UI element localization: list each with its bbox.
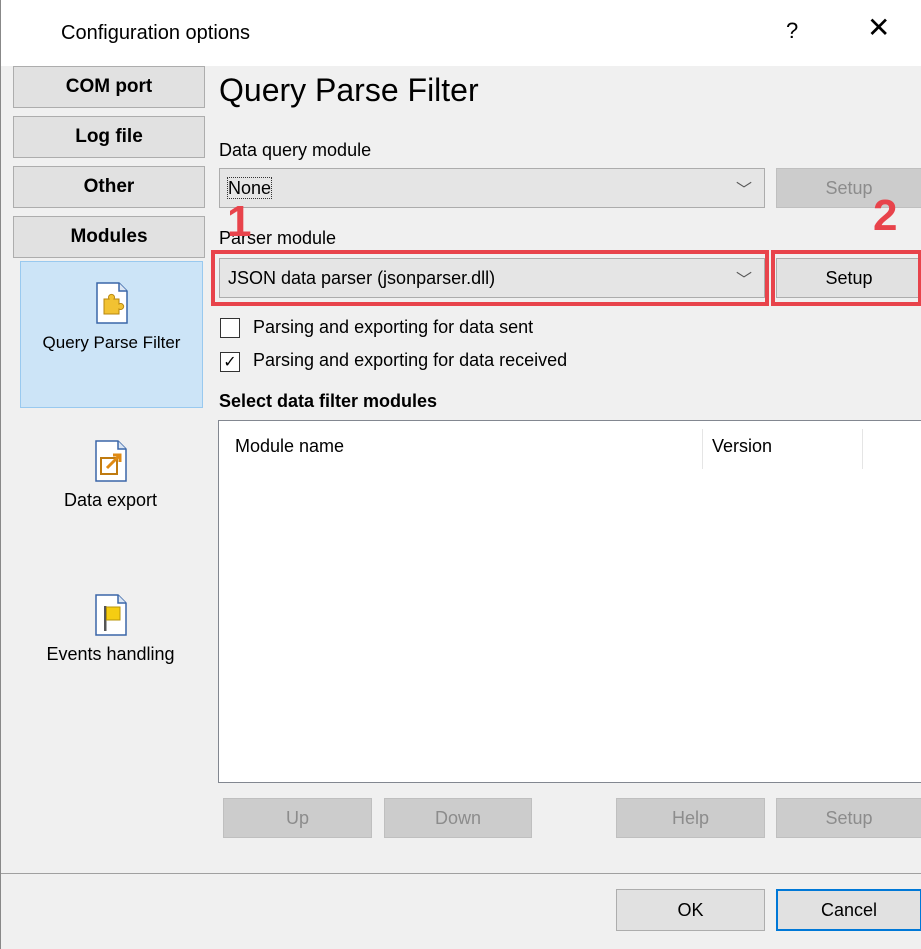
puzzle-page-icon xyxy=(95,282,128,324)
nav-item-label: Events handling xyxy=(46,644,175,664)
data-received-checkbox[interactable]: ✓ xyxy=(220,352,240,372)
data-query-value: None xyxy=(226,176,273,199)
down-button[interactable]: Down xyxy=(384,798,532,838)
annotation-marker-2: 2 xyxy=(873,191,898,240)
chevron-down-icon: ﹀ xyxy=(735,182,752,199)
nav-button-com-port[interactable]: COM port xyxy=(13,66,205,108)
close-icon[interactable]: ✕ xyxy=(867,14,890,42)
footer-divider xyxy=(1,873,921,874)
export-page-icon xyxy=(94,440,127,482)
configuration-dialog: Configuration options ? ✕ COM port Log f… xyxy=(0,0,921,949)
help-button[interactable]: Help xyxy=(616,798,765,838)
title-bar: Configuration options ? ✕ xyxy=(1,0,921,66)
nav-item-label: Data export xyxy=(63,490,158,510)
filter-modules-list[interactable]: Module name Version xyxy=(218,420,921,783)
up-button[interactable]: Up xyxy=(223,798,372,838)
data-sent-label: Parsing and exporting for data sent xyxy=(253,317,534,337)
nav-item-data-export[interactable]: Data export xyxy=(19,440,202,511)
help-icon[interactable]: ? xyxy=(786,18,798,44)
flag-page-icon xyxy=(94,594,127,636)
nav-button-modules[interactable]: Modules xyxy=(13,216,205,258)
filter-setup-button[interactable]: Setup xyxy=(776,798,921,838)
ok-button[interactable]: OK xyxy=(616,889,765,931)
annotation-box-1 xyxy=(211,250,769,306)
data-received-label: Parsing and exporting for data received xyxy=(253,350,568,370)
data-query-label: Data query module xyxy=(219,140,372,160)
cancel-button[interactable]: Cancel xyxy=(776,889,921,931)
nav-item-label: Query Parse Filter xyxy=(42,333,181,352)
page-title: Query Parse Filter xyxy=(219,72,479,108)
column-separator xyxy=(862,429,863,469)
nav-item-events-handling[interactable]: Events handling xyxy=(19,594,202,665)
nav-button-log-file[interactable]: Log file xyxy=(13,116,205,158)
data-sent-checkbox[interactable] xyxy=(220,318,240,338)
window-title: Configuration options xyxy=(61,22,251,44)
column-header-version[interactable]: Version xyxy=(712,436,772,457)
data-query-select[interactable]: None ﹀ xyxy=(219,168,765,208)
nav-button-other[interactable]: Other xyxy=(13,166,205,208)
filters-heading: Select data filter modules xyxy=(219,391,438,411)
check-mark-icon: ✓ xyxy=(223,354,237,371)
column-header-module-name[interactable]: Module name xyxy=(235,436,344,457)
annotation-box-2 xyxy=(771,250,921,306)
data-query-setup-button[interactable]: Setup xyxy=(776,168,921,208)
column-separator xyxy=(702,429,703,469)
annotation-marker-1: 1 xyxy=(227,197,252,246)
nav-item-query-parse-filter[interactable]: Query Parse Filter xyxy=(20,261,203,408)
